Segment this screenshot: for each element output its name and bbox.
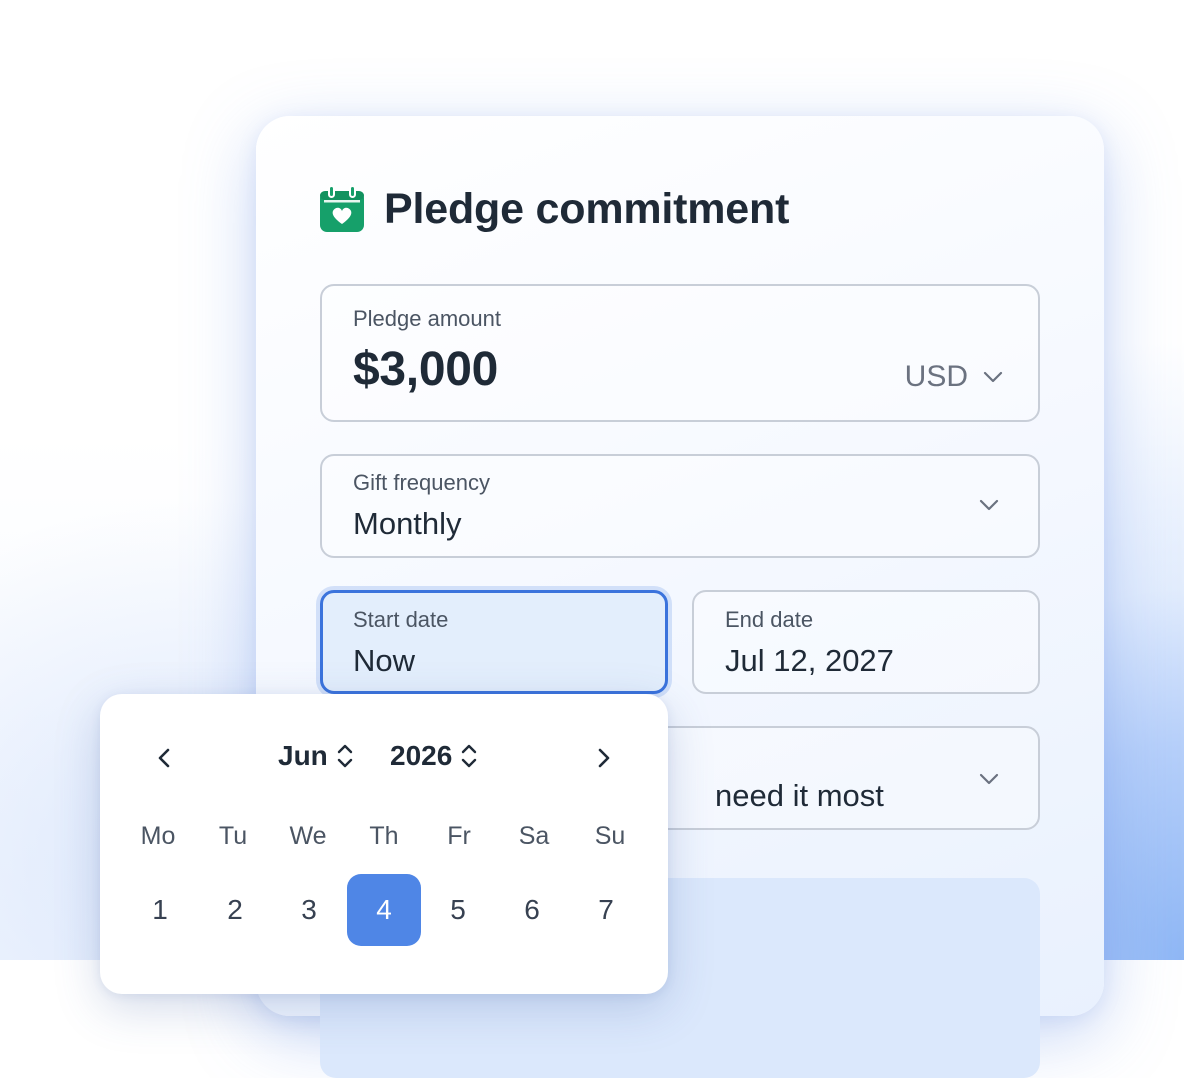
gift-frequency-value: Monthly xyxy=(353,506,462,541)
start-date-field[interactable]: Start date Now xyxy=(320,590,668,694)
chevron-up-down-icon xyxy=(337,744,352,768)
calendar-day[interactable]: 5 xyxy=(421,874,495,946)
weekday-header: Fr xyxy=(447,822,471,850)
end-date-label: End date xyxy=(725,607,814,632)
calendar-day[interactable]: 6 xyxy=(495,874,569,946)
weekday-header: Th xyxy=(369,822,399,850)
chevron-down-icon xyxy=(979,499,999,511)
date-picker-popover: Jun 2026 Mo Tu We Th Fr Sa Su 1 2 3 4 5 … xyxy=(100,694,668,994)
year-value: 2026 xyxy=(390,740,453,771)
page-title: Pledge commitment xyxy=(384,184,790,233)
weekday-header: Sa xyxy=(518,822,550,850)
weekday-header: Tu xyxy=(218,822,248,850)
start-date-value: Now xyxy=(353,643,416,678)
chevron-left-icon xyxy=(158,748,170,768)
pledge-amount-value[interactable]: $3,000 xyxy=(353,342,498,397)
chevron-right-icon xyxy=(598,748,610,768)
calendar-day[interactable]: 7 xyxy=(569,874,643,946)
calendar-day[interactable]: 1 xyxy=(123,874,197,946)
currency-select[interactable]: USD xyxy=(905,360,1004,394)
calendar-day[interactable]: 3 xyxy=(272,874,346,946)
previous-month-button[interactable] xyxy=(150,744,178,772)
gift-frequency-label: Gift frequency xyxy=(353,470,490,495)
end-date-value: Jul 12, 2027 xyxy=(725,643,894,678)
next-month-button[interactable] xyxy=(590,744,618,772)
chevron-down-icon xyxy=(983,371,1003,383)
gift-frequency-select[interactable]: Gift frequency Monthly xyxy=(320,454,1040,558)
pledge-amount-field[interactable]: Pledge amount $3,000 USD xyxy=(320,284,1040,422)
calendar-day[interactable]: 2 xyxy=(198,874,272,946)
weekday-header: Mo xyxy=(140,822,176,850)
fund-designation-value: need it most xyxy=(715,778,884,813)
month-picker[interactable]: Jun xyxy=(278,740,354,772)
weekday-header: Su xyxy=(594,822,626,850)
card-header: Pledge commitment xyxy=(320,182,789,236)
chevron-up-down-icon xyxy=(462,744,477,768)
end-date-field[interactable]: End date Jul 12, 2027 xyxy=(692,590,1040,694)
pledge-amount-label: Pledge amount xyxy=(353,306,501,331)
chevron-down-icon xyxy=(979,773,999,785)
currency-value: USD xyxy=(904,360,968,393)
calendar-day-selected[interactable]: 4 xyxy=(347,874,421,946)
start-date-label: Start date xyxy=(353,607,449,632)
calendar-heart-icon xyxy=(320,186,364,232)
weekday-header: We xyxy=(289,822,327,850)
year-picker[interactable]: 2026 xyxy=(390,740,478,772)
month-value: Jun xyxy=(278,740,328,771)
